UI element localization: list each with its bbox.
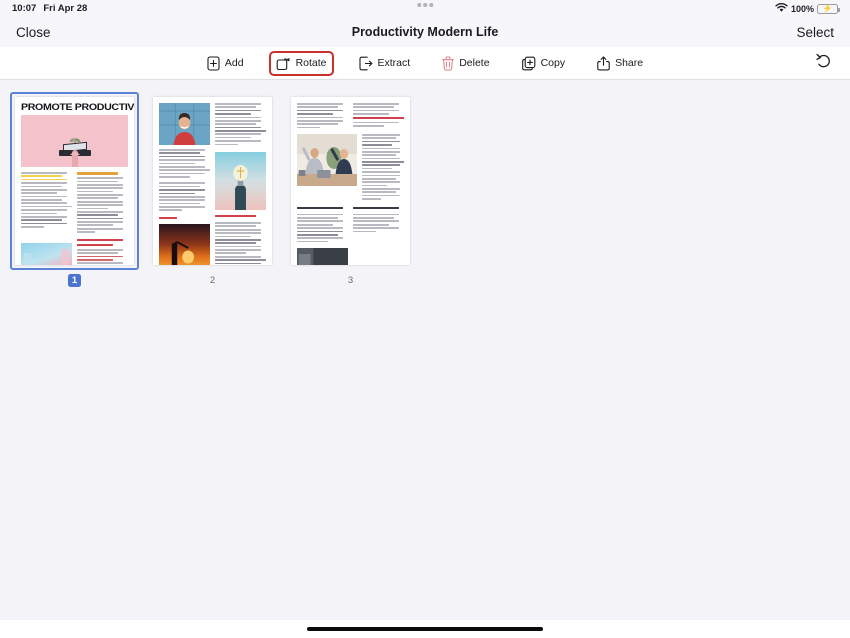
extract-button[interactable]: Extract bbox=[352, 51, 418, 76]
rotate-button[interactable]: Rotate bbox=[268, 50, 334, 76]
multitask-dots-icon[interactable] bbox=[417, 3, 433, 7]
page-2-top-section bbox=[159, 103, 266, 265]
page-3-lower-section bbox=[297, 206, 404, 266]
page-3-team-image-column bbox=[297, 134, 358, 202]
page-3-lower-left-column bbox=[297, 206, 348, 265]
page-2-portrait-image bbox=[159, 103, 210, 145]
page-1-bottom-image bbox=[21, 242, 72, 265]
home-indicator[interactable] bbox=[307, 627, 543, 631]
status-date: Fri Apr 28 bbox=[43, 3, 88, 14]
page-1-lower-text-column bbox=[77, 238, 128, 265]
toolbar-items: Add Rotate Extract Delete Copy Share bbox=[200, 50, 650, 76]
page-1-lower-heading bbox=[77, 238, 123, 242]
page-2-left-column bbox=[159, 103, 210, 265]
page-3-mid-section bbox=[297, 134, 404, 202]
extract-label: Extract bbox=[377, 57, 411, 69]
page-thumbnail-2[interactable]: 2 bbox=[148, 92, 277, 287]
undo-icon bbox=[816, 53, 832, 72]
add-page-icon bbox=[207, 55, 220, 71]
multitask-dot bbox=[417, 3, 421, 7]
page-1-right-heading bbox=[77, 172, 118, 175]
delete-button[interactable]: Delete bbox=[435, 51, 496, 76]
page-1-selection-frame: PROMOTE PRODUCTIVITY bbox=[10, 92, 139, 270]
share-icon bbox=[597, 55, 610, 71]
page-1-number: 1 bbox=[67, 274, 82, 287]
page-1-lower-section bbox=[21, 238, 128, 265]
page-title: Productivity Modern Life bbox=[351, 25, 499, 39]
page-2-canvas bbox=[153, 97, 272, 265]
page-3-canvas bbox=[291, 97, 410, 265]
status-time: 10:07 bbox=[12, 3, 37, 14]
page-2-number: 2 bbox=[209, 275, 216, 286]
page-3-top-left-column bbox=[297, 103, 348, 130]
status-bar-left: 10:07 Fri Apr 28 bbox=[12, 3, 87, 14]
trash-icon bbox=[442, 56, 455, 71]
page-1-headline: PROMOTE PRODUCTIVITY bbox=[21, 102, 134, 112]
rotate-icon bbox=[276, 56, 291, 71]
share-button[interactable]: Share bbox=[590, 51, 650, 76]
share-label: Share bbox=[615, 57, 644, 69]
delete-label: Delete bbox=[459, 57, 490, 69]
page-3-top-text bbox=[297, 103, 404, 130]
hand-illustration bbox=[62, 137, 88, 167]
ipad-screen: 10:07 Fri Apr 28 100% ⚡ Close Productivi… bbox=[0, 0, 850, 638]
battery-percent-label: 100% bbox=[790, 3, 814, 14]
page-2-selection-frame bbox=[148, 92, 277, 270]
page-thumbnail-1[interactable]: PROMOTE PRODUCTIVITY bbox=[10, 92, 139, 287]
page-2-sunset-image bbox=[159, 223, 210, 265]
page-1-hero-image bbox=[21, 115, 128, 167]
add-button[interactable]: Add bbox=[200, 51, 251, 76]
page-3-selection-frame bbox=[286, 92, 415, 270]
page-2-lightbulb-image bbox=[215, 151, 266, 210]
undo-button[interactable] bbox=[816, 53, 832, 73]
multitask-dot bbox=[429, 3, 433, 7]
page-1-text-columns bbox=[21, 172, 128, 235]
page-1-bottom-image-column bbox=[21, 239, 72, 265]
multitask-dot bbox=[423, 3, 427, 7]
home-indicator-area bbox=[0, 620, 850, 638]
extract-icon bbox=[358, 56, 373, 71]
page-2-right-heading bbox=[215, 214, 256, 218]
editing-toolbar: Add Rotate Extract Delete Copy Share bbox=[0, 47, 850, 80]
status-bar: 10:07 Fri Apr 28 100% ⚡ bbox=[0, 0, 850, 17]
close-button[interactable]: Close bbox=[16, 25, 51, 40]
page-3-top-right-column bbox=[353, 103, 404, 130]
page-1-right-column bbox=[77, 172, 128, 235]
select-button[interactable]: Select bbox=[796, 25, 834, 40]
page-3-number: 3 bbox=[347, 275, 354, 286]
page-thumbnail-grid: PROMOTE PRODUCTIVITY bbox=[0, 80, 850, 620]
copy-icon bbox=[521, 56, 536, 71]
page-2-left-heading bbox=[159, 216, 177, 220]
page-3-mid-right-column bbox=[362, 134, 404, 202]
charging-bolt-icon: ⚡ bbox=[822, 3, 833, 13]
page-3-team-image bbox=[297, 134, 358, 186]
navigation-bar: Close Productivity Modern Life Select bbox=[0, 17, 850, 47]
page-3-left-heading bbox=[297, 206, 343, 210]
wifi-icon bbox=[775, 2, 788, 15]
copy-label: Copy bbox=[540, 57, 566, 69]
page-3-handshake-image bbox=[297, 248, 348, 265]
page-3-lower-right-column bbox=[353, 206, 404, 266]
page-2-right-column bbox=[215, 103, 266, 265]
page-1-canvas: PROMOTE PRODUCTIVITY bbox=[15, 97, 134, 265]
page-3-top-right-heading bbox=[353, 116, 404, 120]
battery-charging-icon: ⚡ bbox=[817, 3, 840, 14]
page-thumbnail-3[interactable]: 3 bbox=[286, 92, 415, 287]
copy-button[interactable]: Copy bbox=[515, 51, 573, 76]
rotate-label: Rotate bbox=[295, 57, 327, 69]
page-1-left-column bbox=[21, 172, 72, 235]
page-3-right-heading bbox=[353, 206, 399, 210]
status-bar-right: 100% ⚡ bbox=[775, 0, 840, 17]
add-label: Add bbox=[224, 57, 244, 69]
